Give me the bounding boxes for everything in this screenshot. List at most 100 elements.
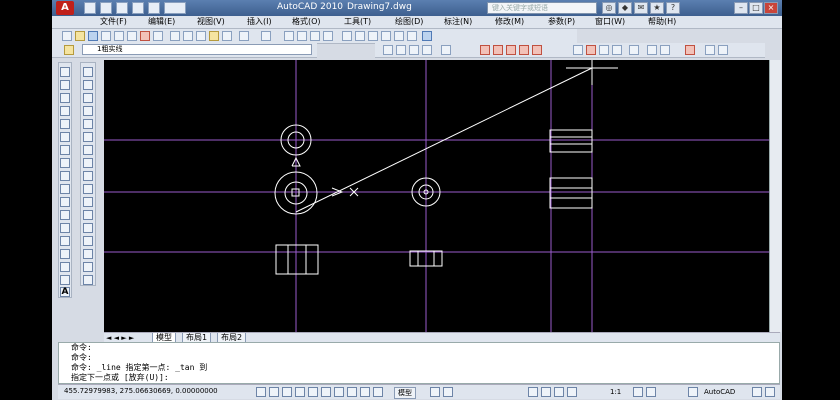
open-folder-icon[interactable] [75, 31, 85, 41]
qnew-icon[interactable] [62, 31, 72, 41]
extend-icon[interactable] [493, 45, 503, 55]
etransmit-icon[interactable] [153, 31, 163, 41]
model-space-button[interactable]: 模型 [394, 387, 416, 399]
perpendicular-icon[interactable] [629, 45, 639, 55]
scale-icon[interactable] [83, 158, 93, 168]
ellipse-icon[interactable] [60, 184, 70, 194]
annotation-visibility-icon[interactable] [633, 387, 643, 397]
menu-help[interactable]: 帮助(H) [648, 16, 676, 28]
pan-status-icon[interactable] [528, 387, 538, 397]
design-center-icon[interactable] [355, 31, 365, 41]
maximize-icon[interactable]: □ [749, 2, 763, 14]
copy-icon[interactable] [183, 31, 193, 41]
sheet-set-icon[interactable] [381, 31, 391, 41]
menu-draw[interactable]: 绘图(D) [395, 16, 423, 28]
app-logo-icon[interactable]: A [56, 1, 74, 15]
object-track-icon[interactable] [321, 387, 331, 397]
polygon-icon[interactable] [60, 106, 70, 116]
communication-icon[interactable]: ✉ [634, 2, 648, 14]
chamfer-tool-icon[interactable] [83, 249, 93, 259]
markup-icon[interactable] [394, 31, 404, 41]
menu-tools[interactable]: 工具(T) [344, 16, 371, 28]
menu-parametric[interactable]: 参数(P) [548, 16, 575, 28]
cut-icon[interactable] [170, 31, 180, 41]
circle-icon[interactable] [60, 145, 70, 155]
extend-tool-icon[interactable] [83, 197, 93, 207]
make-block-icon[interactable] [60, 223, 70, 233]
move-tool-icon[interactable] [83, 132, 93, 142]
layer-manager-icon[interactable] [64, 45, 74, 55]
match-properties-icon[interactable] [209, 31, 219, 41]
parallel-icon[interactable] [647, 45, 657, 55]
linear-dim-icon[interactable] [396, 45, 406, 55]
menu-modify[interactable]: 修改(M) [495, 16, 524, 28]
gradient-icon[interactable] [60, 262, 70, 272]
favorites-icon[interactable]: ★ [650, 2, 664, 14]
annotation-scale[interactable]: 1:1 [610, 387, 621, 397]
point-icon[interactable] [60, 236, 70, 246]
snap-mode-icon[interactable] [256, 387, 266, 397]
rotate-icon[interactable] [83, 145, 93, 155]
menu-insert[interactable]: 插入(I) [247, 16, 272, 28]
move-icon[interactable] [383, 45, 393, 55]
workspace-switch-icon[interactable] [688, 387, 698, 397]
ortho-mode-icon[interactable] [282, 387, 292, 397]
spline-icon[interactable] [60, 171, 70, 181]
fillet-icon[interactable] [705, 45, 715, 55]
showmotion-icon[interactable] [567, 387, 577, 397]
command-window[interactable]: 命令: 命令: 命令: _line 指定第一点: _tan 到 指定下一点或 [… [58, 342, 780, 384]
line-tool-icon[interactable] [60, 67, 70, 77]
help-question-icon[interactable] [422, 31, 432, 41]
zoom-previous-icon[interactable] [323, 31, 333, 41]
region-icon[interactable] [60, 275, 70, 285]
lineweight-icon[interactable] [360, 387, 370, 397]
clean-screen-icon[interactable] [765, 387, 775, 397]
grid-mode-icon[interactable] [269, 387, 279, 397]
rectangle-icon[interactable] [60, 119, 70, 129]
offset-icon[interactable] [83, 106, 93, 116]
hatch-icon[interactable] [685, 45, 695, 55]
command-prompt[interactable]: 指定下一点或 [放弃(U)]: [71, 373, 779, 383]
redo-arrow-icon[interactable] [261, 31, 271, 41]
multiline-text-icon[interactable]: A [60, 287, 70, 297]
undo-arrow-icon[interactable] [239, 31, 249, 41]
help-icon[interactable]: ? [666, 2, 680, 14]
trim-icon[interactable] [480, 45, 490, 55]
publish-icon[interactable] [127, 31, 137, 41]
steering-wheel-icon[interactable] [554, 387, 564, 397]
explode-tool-icon[interactable] [83, 275, 93, 285]
undo-icon[interactable] [148, 2, 160, 14]
binoculars-icon[interactable]: ◎ [602, 2, 616, 14]
arc-length-icon[interactable] [422, 45, 432, 55]
properties-icon[interactable] [342, 31, 352, 41]
dynamic-input-icon[interactable] [347, 387, 357, 397]
erase-tool-icon[interactable] [83, 67, 93, 77]
chamfer-icon[interactable] [718, 45, 728, 55]
save-disk-icon[interactable] [88, 31, 98, 41]
snap-center-icon[interactable] [586, 45, 596, 55]
revision-cloud-icon[interactable] [60, 158, 70, 168]
pan-icon[interactable] [284, 31, 294, 41]
trim-tool-icon[interactable] [83, 184, 93, 194]
break-tool-icon[interactable] [83, 223, 93, 233]
break-icon[interactable] [506, 45, 516, 55]
stretch-icon[interactable] [83, 171, 93, 181]
quick-properties-icon[interactable] [373, 387, 383, 397]
object-snap-icon[interactable] [308, 387, 318, 397]
menu-file[interactable]: 文件(F) [100, 16, 127, 28]
minimize-icon[interactable]: – [734, 2, 748, 14]
open-icon[interactable] [100, 2, 112, 14]
mirror-icon[interactable] [83, 93, 93, 103]
subscription-icon[interactable]: ◆ [618, 2, 632, 14]
polyline-icon[interactable] [60, 93, 70, 103]
copy-tool-icon[interactable] [83, 80, 93, 90]
snap-endpoint-icon[interactable] [573, 45, 583, 55]
workspace-label[interactable]: AutoCAD [704, 387, 735, 397]
drawing-canvas[interactable] [104, 55, 769, 332]
new-icon[interactable] [84, 2, 96, 14]
break-at-point-icon[interactable] [83, 210, 93, 220]
arc-icon[interactable] [60, 132, 70, 142]
zoom-realtime-icon[interactable] [297, 31, 307, 41]
fillet-tool-icon[interactable] [83, 262, 93, 272]
lock-icon[interactable] [752, 387, 762, 397]
